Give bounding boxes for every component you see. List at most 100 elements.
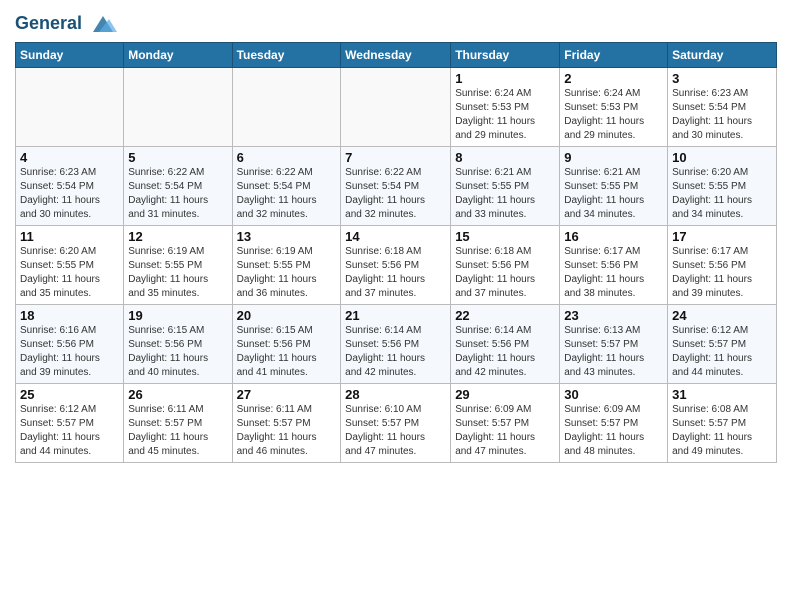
calendar-cell: 14Sunrise: 6:18 AM Sunset: 5:56 PM Dayli… bbox=[341, 226, 451, 305]
calendar-cell: 27Sunrise: 6:11 AM Sunset: 5:57 PM Dayli… bbox=[232, 384, 341, 463]
day-info: Sunrise: 6:19 AM Sunset: 5:55 PM Dayligh… bbox=[128, 245, 227, 301]
day-info: Sunrise: 6:09 AM Sunset: 5:57 PM Dayligh… bbox=[455, 403, 555, 459]
day-number: 9 bbox=[564, 150, 663, 165]
day-info: Sunrise: 6:15 AM Sunset: 5:56 PM Dayligh… bbox=[237, 324, 337, 380]
day-info: Sunrise: 6:11 AM Sunset: 5:57 PM Dayligh… bbox=[237, 403, 337, 459]
weekday-header-sunday: Sunday bbox=[16, 43, 124, 68]
day-number: 29 bbox=[455, 387, 555, 402]
weekday-header-friday: Friday bbox=[560, 43, 668, 68]
calendar-cell: 22Sunrise: 6:14 AM Sunset: 5:56 PM Dayli… bbox=[451, 305, 560, 384]
day-info: Sunrise: 6:15 AM Sunset: 5:56 PM Dayligh… bbox=[128, 324, 227, 380]
calendar-cell: 11Sunrise: 6:20 AM Sunset: 5:55 PM Dayli… bbox=[16, 226, 124, 305]
weekday-header-monday: Monday bbox=[124, 43, 232, 68]
page-container: General SundayMondayTuesdayWednesdayThur… bbox=[0, 0, 792, 468]
logo-icon bbox=[89, 14, 117, 34]
day-info: Sunrise: 6:21 AM Sunset: 5:55 PM Dayligh… bbox=[564, 166, 663, 222]
day-number: 17 bbox=[672, 229, 772, 244]
calendar-cell: 23Sunrise: 6:13 AM Sunset: 5:57 PM Dayli… bbox=[560, 305, 668, 384]
calendar-cell: 30Sunrise: 6:09 AM Sunset: 5:57 PM Dayli… bbox=[560, 384, 668, 463]
day-number: 12 bbox=[128, 229, 227, 244]
calendar-cell: 26Sunrise: 6:11 AM Sunset: 5:57 PM Dayli… bbox=[124, 384, 232, 463]
calendar-cell: 20Sunrise: 6:15 AM Sunset: 5:56 PM Dayli… bbox=[232, 305, 341, 384]
day-info: Sunrise: 6:22 AM Sunset: 5:54 PM Dayligh… bbox=[128, 166, 227, 222]
calendar-cell: 3Sunrise: 6:23 AM Sunset: 5:54 PM Daylig… bbox=[668, 68, 777, 147]
day-number: 30 bbox=[564, 387, 663, 402]
calendar-cell: 25Sunrise: 6:12 AM Sunset: 5:57 PM Dayli… bbox=[16, 384, 124, 463]
day-info: Sunrise: 6:14 AM Sunset: 5:56 PM Dayligh… bbox=[455, 324, 555, 380]
weekday-header-saturday: Saturday bbox=[668, 43, 777, 68]
calendar-cell: 2Sunrise: 6:24 AM Sunset: 5:53 PM Daylig… bbox=[560, 68, 668, 147]
day-info: Sunrise: 6:13 AM Sunset: 5:57 PM Dayligh… bbox=[564, 324, 663, 380]
calendar-cell bbox=[232, 68, 341, 147]
day-info: Sunrise: 6:23 AM Sunset: 5:54 PM Dayligh… bbox=[672, 87, 772, 143]
calendar-cell: 29Sunrise: 6:09 AM Sunset: 5:57 PM Dayli… bbox=[451, 384, 560, 463]
calendar-cell: 7Sunrise: 6:22 AM Sunset: 5:54 PM Daylig… bbox=[341, 147, 451, 226]
calendar-cell: 17Sunrise: 6:17 AM Sunset: 5:56 PM Dayli… bbox=[668, 226, 777, 305]
day-number: 10 bbox=[672, 150, 772, 165]
calendar-week-1: 1Sunrise: 6:24 AM Sunset: 5:53 PM Daylig… bbox=[16, 68, 777, 147]
calendar-table: SundayMondayTuesdayWednesdayThursdayFrid… bbox=[15, 42, 777, 463]
day-info: Sunrise: 6:22 AM Sunset: 5:54 PM Dayligh… bbox=[237, 166, 337, 222]
day-number: 11 bbox=[20, 229, 119, 244]
day-number: 22 bbox=[455, 308, 555, 323]
calendar-cell: 5Sunrise: 6:22 AM Sunset: 5:54 PM Daylig… bbox=[124, 147, 232, 226]
calendar-week-3: 11Sunrise: 6:20 AM Sunset: 5:55 PM Dayli… bbox=[16, 226, 777, 305]
calendar-week-2: 4Sunrise: 6:23 AM Sunset: 5:54 PM Daylig… bbox=[16, 147, 777, 226]
day-info: Sunrise: 6:18 AM Sunset: 5:56 PM Dayligh… bbox=[345, 245, 446, 301]
calendar-header-row: SundayMondayTuesdayWednesdayThursdayFrid… bbox=[16, 43, 777, 68]
calendar-cell: 4Sunrise: 6:23 AM Sunset: 5:54 PM Daylig… bbox=[16, 147, 124, 226]
day-number: 1 bbox=[455, 71, 555, 86]
day-info: Sunrise: 6:08 AM Sunset: 5:57 PM Dayligh… bbox=[672, 403, 772, 459]
day-number: 24 bbox=[672, 308, 772, 323]
day-info: Sunrise: 6:12 AM Sunset: 5:57 PM Dayligh… bbox=[20, 403, 119, 459]
day-info: Sunrise: 6:11 AM Sunset: 5:57 PM Dayligh… bbox=[128, 403, 227, 459]
day-info: Sunrise: 6:24 AM Sunset: 5:53 PM Dayligh… bbox=[455, 87, 555, 143]
calendar-cell: 12Sunrise: 6:19 AM Sunset: 5:55 PM Dayli… bbox=[124, 226, 232, 305]
weekday-header-tuesday: Tuesday bbox=[232, 43, 341, 68]
day-info: Sunrise: 6:12 AM Sunset: 5:57 PM Dayligh… bbox=[672, 324, 772, 380]
day-info: Sunrise: 6:18 AM Sunset: 5:56 PM Dayligh… bbox=[455, 245, 555, 301]
calendar-cell: 15Sunrise: 6:18 AM Sunset: 5:56 PM Dayli… bbox=[451, 226, 560, 305]
day-info: Sunrise: 6:09 AM Sunset: 5:57 PM Dayligh… bbox=[564, 403, 663, 459]
day-number: 4 bbox=[20, 150, 119, 165]
calendar-cell: 10Sunrise: 6:20 AM Sunset: 5:55 PM Dayli… bbox=[668, 147, 777, 226]
calendar-cell: 16Sunrise: 6:17 AM Sunset: 5:56 PM Dayli… bbox=[560, 226, 668, 305]
day-number: 13 bbox=[237, 229, 337, 244]
calendar-cell: 13Sunrise: 6:19 AM Sunset: 5:55 PM Dayli… bbox=[232, 226, 341, 305]
calendar-cell: 6Sunrise: 6:22 AM Sunset: 5:54 PM Daylig… bbox=[232, 147, 341, 226]
day-info: Sunrise: 6:20 AM Sunset: 5:55 PM Dayligh… bbox=[20, 245, 119, 301]
day-number: 8 bbox=[455, 150, 555, 165]
day-info: Sunrise: 6:14 AM Sunset: 5:56 PM Dayligh… bbox=[345, 324, 446, 380]
logo-text: General bbox=[15, 14, 117, 34]
day-number: 20 bbox=[237, 308, 337, 323]
calendar-cell bbox=[124, 68, 232, 147]
day-info: Sunrise: 6:10 AM Sunset: 5:57 PM Dayligh… bbox=[345, 403, 446, 459]
day-number: 3 bbox=[672, 71, 772, 86]
day-number: 15 bbox=[455, 229, 555, 244]
calendar-week-5: 25Sunrise: 6:12 AM Sunset: 5:57 PM Dayli… bbox=[16, 384, 777, 463]
calendar-cell bbox=[341, 68, 451, 147]
day-number: 28 bbox=[345, 387, 446, 402]
day-number: 23 bbox=[564, 308, 663, 323]
calendar-cell: 24Sunrise: 6:12 AM Sunset: 5:57 PM Dayli… bbox=[668, 305, 777, 384]
day-number: 14 bbox=[345, 229, 446, 244]
day-info: Sunrise: 6:24 AM Sunset: 5:53 PM Dayligh… bbox=[564, 87, 663, 143]
day-info: Sunrise: 6:17 AM Sunset: 5:56 PM Dayligh… bbox=[672, 245, 772, 301]
day-number: 16 bbox=[564, 229, 663, 244]
day-info: Sunrise: 6:21 AM Sunset: 5:55 PM Dayligh… bbox=[455, 166, 555, 222]
day-info: Sunrise: 6:17 AM Sunset: 5:56 PM Dayligh… bbox=[564, 245, 663, 301]
header: General bbox=[15, 10, 777, 34]
calendar-cell: 19Sunrise: 6:15 AM Sunset: 5:56 PM Dayli… bbox=[124, 305, 232, 384]
day-number: 5 bbox=[128, 150, 227, 165]
day-number: 7 bbox=[345, 150, 446, 165]
day-number: 26 bbox=[128, 387, 227, 402]
day-number: 6 bbox=[237, 150, 337, 165]
day-number: 18 bbox=[20, 308, 119, 323]
weekday-header-thursday: Thursday bbox=[451, 43, 560, 68]
calendar-cell: 8Sunrise: 6:21 AM Sunset: 5:55 PM Daylig… bbox=[451, 147, 560, 226]
calendar-cell: 28Sunrise: 6:10 AM Sunset: 5:57 PM Dayli… bbox=[341, 384, 451, 463]
calendar-week-4: 18Sunrise: 6:16 AM Sunset: 5:56 PM Dayli… bbox=[16, 305, 777, 384]
calendar-cell: 31Sunrise: 6:08 AM Sunset: 5:57 PM Dayli… bbox=[668, 384, 777, 463]
calendar-cell: 18Sunrise: 6:16 AM Sunset: 5:56 PM Dayli… bbox=[16, 305, 124, 384]
day-number: 25 bbox=[20, 387, 119, 402]
